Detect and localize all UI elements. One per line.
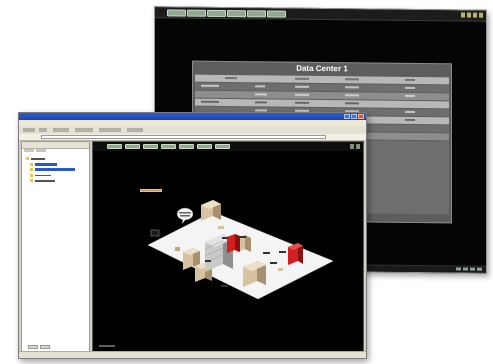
data-center-scene (147, 200, 334, 300)
panel-tabs[interactable] (24, 149, 46, 152)
tag-label (150, 229, 160, 237)
rack-red[interactable] (288, 243, 303, 265)
label-marker (240, 236, 246, 238)
callout-bubble (176, 207, 194, 221)
navigation-tree-panel (21, 141, 90, 352)
folder-icon (30, 168, 33, 171)
help-icon[interactable] (479, 12, 483, 18)
label-marker (263, 252, 270, 254)
floor-item (175, 247, 180, 251)
folder-icon (30, 179, 33, 182)
back-button[interactable] (23, 128, 35, 132)
toolbar-button[interactable] (127, 128, 143, 132)
folder-icon (26, 157, 29, 160)
window-controls[interactable] (461, 12, 483, 18)
close-icon[interactable] (473, 12, 477, 18)
maximize-icon[interactable] (351, 114, 357, 119)
address-bar (19, 134, 366, 141)
forward-button[interactable] (39, 128, 47, 132)
minimize-icon[interactable] (344, 114, 350, 119)
panel-header (22, 142, 89, 149)
tab[interactable] (36, 149, 46, 152)
panel-button[interactable] (28, 345, 38, 349)
toolbar-button[interactable] (187, 9, 206, 17)
toolbar-button[interactable] (207, 9, 226, 18)
label-marker (205, 260, 211, 262)
toolbar-button[interactable] (227, 10, 246, 18)
title-bar (19, 113, 366, 120)
tab[interactable] (24, 149, 34, 152)
viewport-footer-label (99, 345, 115, 347)
window-controls[interactable] (344, 114, 364, 119)
label-marker (222, 237, 228, 239)
back-toolbar (155, 7, 486, 22)
toolbar-button[interactable] (53, 128, 69, 132)
toolbar-button[interactable] (99, 128, 121, 132)
maximize-icon[interactable] (467, 12, 471, 18)
toolbar-button[interactable] (267, 10, 286, 18)
label-marker (279, 251, 286, 253)
panel-title: Data Center 1 (296, 63, 348, 74)
tree-view (26, 156, 75, 184)
rack-red[interactable] (227, 234, 240, 253)
panel-footer (28, 345, 50, 349)
address-input[interactable] (41, 135, 326, 139)
floor-plane (147, 211, 334, 300)
floor-item (278, 268, 283, 271)
panel-button[interactable] (40, 345, 50, 349)
3d-viewport[interactable] (92, 141, 364, 352)
tree-node[interactable] (26, 156, 45, 161)
folder-icon (30, 162, 33, 166)
minimize-icon[interactable] (461, 12, 465, 18)
system-tray (456, 267, 482, 271)
floor-item (218, 226, 224, 229)
toolbar-button[interactable] (247, 10, 266, 18)
label-marker (270, 262, 277, 264)
close-icon[interactable] (358, 114, 364, 119)
browser-window (18, 112, 367, 359)
label-marker (221, 285, 228, 287)
folder-icon (30, 173, 33, 177)
toolbar-button[interactable] (167, 9, 186, 17)
status-bar (19, 351, 366, 358)
toolbar-button[interactable] (75, 128, 93, 132)
